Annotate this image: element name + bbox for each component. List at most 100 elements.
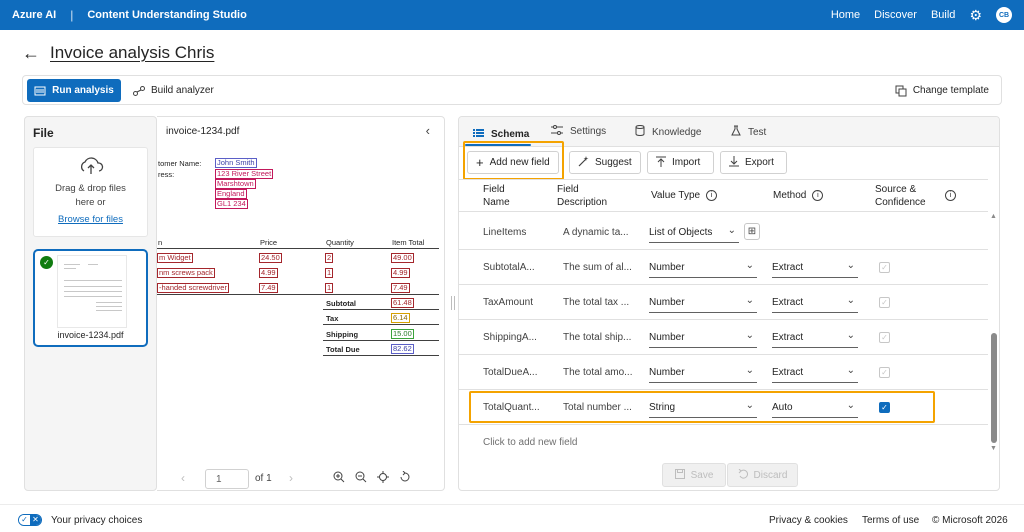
next-page-icon[interactable]: › — [289, 471, 293, 485]
tab-settings-label: Settings — [570, 126, 607, 137]
app-title[interactable]: Content Understanding Studio — [87, 9, 246, 21]
zoom-in-icon[interactable] — [333, 471, 345, 486]
tab-test-label: Test — [748, 126, 767, 138]
info-icon[interactable]: i — [945, 190, 956, 201]
table-row[interactable]: LineItems A dynamic ta... List of Object… — [459, 215, 988, 250]
table-row[interactable]: TaxAmount The total tax ... Number ⌄ Extr… — [459, 285, 988, 320]
item-total-1[interactable]: 49.00 — [391, 253, 414, 263]
method-select[interactable]: Extract ⌄ — [772, 363, 858, 383]
source-confidence-checkbox[interactable]: ✓ — [879, 332, 890, 343]
source-confidence-checkbox[interactable]: ✓ — [879, 262, 890, 273]
method-select[interactable]: Extract ⌄ — [772, 293, 858, 313]
table-row[interactable]: TotalDueA... The total amo... Number ⌄ Ex… — [459, 355, 988, 390]
run-analysis-button[interactable]: Run analysis — [27, 79, 121, 102]
item-name-3[interactable]: -handed screwdriver — [157, 283, 229, 293]
discard-button[interactable]: Discard — [727, 463, 798, 487]
address-line-3[interactable]: England — [215, 189, 247, 199]
item-qty-3[interactable]: 1 — [325, 283, 334, 293]
fit-page-icon[interactable] — [377, 471, 389, 486]
table-row[interactable]: ShippingA... The total ship... Number ⌄ E… — [459, 320, 988, 355]
item-qty-1[interactable]: 2 — [325, 253, 334, 263]
nav-home[interactable]: Home — [831, 9, 860, 21]
value-type-select[interactable]: Number ⌄ — [649, 363, 757, 383]
page-title: Invoice analysis Chris — [50, 43, 215, 62]
item-name-2[interactable]: nm screws pack — [157, 268, 215, 278]
value-type-select[interactable]: Number ⌄ — [649, 293, 757, 313]
magic-wand-icon — [578, 155, 589, 170]
privacy-choices-toggle-icon[interactable]: ✓ ✕ — [18, 514, 42, 526]
tab-knowledge[interactable]: Knowledge — [635, 125, 701, 139]
scroll-down-icon[interactable]: ▼ — [990, 445, 997, 452]
beaker-icon — [731, 125, 741, 139]
chevron-down-icon: ⌄ — [745, 330, 754, 341]
add-field-row[interactable]: Click to add new field — [483, 437, 578, 448]
browse-files-link[interactable]: Browse for files — [34, 214, 147, 225]
table-scrollbar[interactable]: ▲ ▼ — [988, 212, 999, 457]
collapse-chevron-icon[interactable]: ‹ — [426, 123, 430, 138]
back-arrow-icon[interactable]: ← — [22, 44, 40, 62]
table-grid-icon[interactable]: ⊞ — [744, 223, 760, 240]
col-header-total: Item Total — [392, 238, 425, 247]
col-header-price: Price — [260, 238, 278, 247]
item-qty-2[interactable]: 1 — [325, 268, 334, 278]
total-due-value[interactable]: 82.62 — [391, 344, 414, 354]
header-source-confidence: Source & Confidence — [875, 184, 926, 208]
drop-zone[interactable]: Drag & drop files here or Browse for fil… — [33, 147, 148, 237]
chevron-down-icon: ⌄ — [846, 295, 855, 306]
page-number-input[interactable]: 1 — [205, 469, 249, 489]
build-analyzer-button[interactable]: Build analyzer — [133, 79, 214, 102]
value-type-select[interactable]: List of Objects ⌄ — [649, 223, 739, 243]
rotate-icon[interactable] — [399, 470, 411, 486]
save-button[interactable]: Save — [662, 463, 726, 487]
summary-rule — [323, 324, 439, 325]
item-total-2[interactable]: 4.99 — [391, 268, 410, 278]
suggest-button[interactable]: Suggest — [569, 151, 641, 174]
export-button[interactable]: Export — [720, 151, 787, 174]
tab-test[interactable]: Test — [731, 125, 766, 139]
gear-icon[interactable]: ⚙ — [969, 8, 982, 22]
value-type-select[interactable]: Number ⌄ — [649, 258, 757, 278]
table-rule — [157, 294, 439, 295]
zoom-out-icon[interactable] — [355, 471, 367, 486]
change-template-button[interactable]: Change template — [895, 79, 989, 102]
avatar[interactable]: CB — [996, 7, 1012, 23]
method-select[interactable]: Extract ⌄ — [772, 258, 858, 278]
file-thumbnail[interactable]: ✓ invoice-1234.pdf — [33, 249, 148, 347]
brand-name[interactable]: Azure AI — [12, 9, 56, 21]
row-field-name: SubtotalA... — [483, 262, 535, 273]
privacy-choices-link[interactable]: Your privacy choices — [51, 515, 142, 526]
item-price-2[interactable]: 4.99 — [259, 268, 278, 278]
terms-link[interactable]: Terms of use — [862, 515, 919, 526]
tax-value[interactable]: 6.14 — [391, 313, 410, 323]
nav-build[interactable]: Build — [931, 9, 955, 21]
info-icon[interactable]: i — [812, 189, 824, 201]
row-field-name: TotalDueA... — [483, 367, 538, 378]
chevron-down-icon: ⌄ — [727, 225, 736, 236]
scroll-up-icon[interactable]: ▲ — [990, 213, 997, 220]
shipping-value[interactable]: 15.00 — [391, 329, 414, 339]
address-line-4[interactable]: GL1 234 — [215, 199, 248, 209]
privacy-cookies-link[interactable]: Privacy & cookies — [769, 515, 848, 526]
nav-discover[interactable]: Discover — [874, 9, 917, 21]
prev-page-icon[interactable]: ‹ — [181, 471, 185, 485]
customer-name-label: tomer Name: — [158, 159, 202, 168]
scrollbar-thumb[interactable] — [991, 333, 997, 443]
customer-name-box[interactable]: John Smith — [215, 158, 257, 168]
pane-resize-handle[interactable] — [451, 296, 455, 310]
item-price-3[interactable]: 7.49 — [259, 283, 278, 293]
value-type-select[interactable]: Number ⌄ — [649, 328, 757, 348]
method-select[interactable]: Extract ⌄ — [772, 328, 858, 348]
table-row[interactable]: SubtotalA... The sum of al... Number ⌄ Ex… — [459, 250, 988, 285]
source-confidence-checkbox[interactable]: ✓ — [879, 367, 890, 378]
info-icon[interactable]: i — [706, 189, 718, 201]
import-button[interactable]: Import — [647, 151, 714, 174]
source-confidence-checkbox[interactable]: ✓ — [879, 297, 890, 308]
address-line-2[interactable]: Marshtown — [215, 179, 256, 189]
item-total-3[interactable]: 7.49 — [391, 283, 410, 293]
subtotal-value[interactable]: 61.48 — [391, 298, 414, 308]
address-line-1[interactable]: 123 River Street — [215, 169, 274, 179]
item-name-1[interactable]: m Widget — [157, 253, 193, 263]
chevron-down-icon: ⌄ — [745, 260, 754, 271]
tab-settings[interactable]: Settings — [551, 125, 606, 138]
item-price-1[interactable]: 24.50 — [259, 253, 282, 263]
